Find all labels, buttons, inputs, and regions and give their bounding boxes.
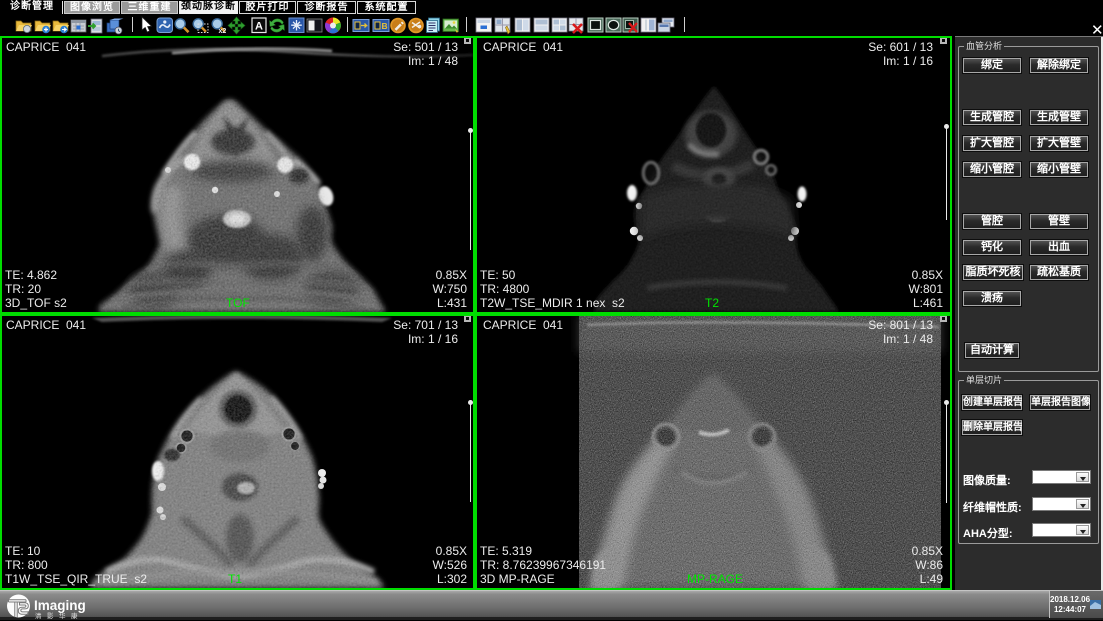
- svg-text:x2: x2: [219, 28, 227, 35]
- svg-text:影: 影: [47, 611, 54, 620]
- svg-text:华: 华: [59, 611, 66, 620]
- svg-text:B: B: [382, 21, 388, 31]
- svg-text:康: 康: [71, 611, 78, 620]
- svg-text:Imaging: Imaging: [34, 598, 86, 613]
- svg-text:清: 清: [35, 611, 42, 620]
- svg-text:A: A: [255, 21, 263, 33]
